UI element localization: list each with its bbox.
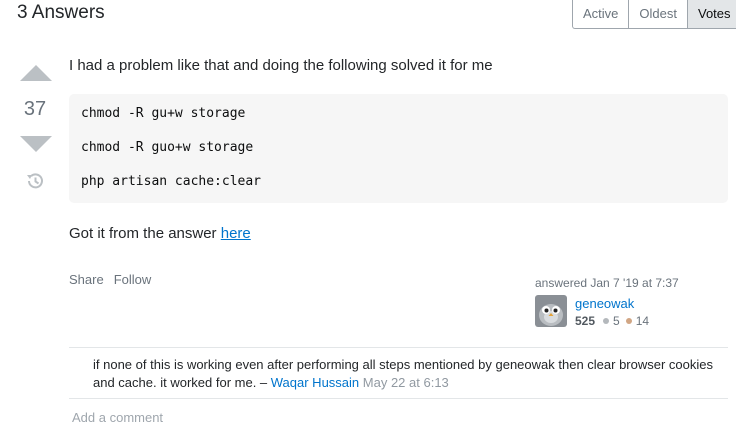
code-line: chmod -R guo+w storage: [81, 140, 254, 155]
reputation-score: 525: [575, 314, 596, 328]
downvote-arrow-icon[interactable]: [20, 136, 52, 152]
tab-votes[interactable]: Votes: [687, 0, 736, 28]
post-menu: Share Follow: [69, 272, 151, 287]
comment-divider: [69, 398, 728, 399]
comment: if none of this is working even after pe…: [93, 356, 723, 392]
code-block: chmod -R gu+w storage chmod -R guo+w sto…: [69, 94, 728, 203]
source-prefix: Got it from the answer: [69, 225, 221, 242]
user-name-link[interactable]: geneowak: [575, 296, 634, 311]
sort-tabs: Active Oldest Votes: [572, 0, 736, 29]
comment-divider: [69, 347, 728, 348]
follow-link[interactable]: Follow: [114, 272, 152, 287]
silver-badges: 5: [603, 314, 620, 328]
vote-count: 37: [23, 98, 47, 120]
upvote-arrow-icon[interactable]: [20, 65, 52, 81]
code-line: php artisan cache:clear: [81, 174, 262, 189]
tab-oldest[interactable]: Oldest: [629, 0, 688, 28]
silver-badge-count: 5: [613, 314, 620, 328]
comment-date[interactable]: May 22 at 6:13: [363, 375, 449, 390]
avatar[interactable]: [535, 295, 567, 327]
bronze-badge-count: 14: [635, 314, 650, 328]
silver-badge-icon: [603, 318, 610, 324]
share-link[interactable]: Share: [69, 272, 104, 287]
add-comment-link[interactable]: Add a comment: [72, 410, 163, 425]
answers-count-heading: 3 Answers: [17, 2, 105, 23]
code-line: chmod -R gu+w storage: [81, 106, 246, 121]
history-icon[interactable]: [24, 170, 46, 192]
comment-author-link[interactable]: Waqar Hussain: [271, 375, 359, 390]
user-stats: 525 5 14: [575, 314, 655, 328]
source-link[interactable]: here: [221, 225, 251, 242]
answer-source-text: Got it from the answer here: [69, 224, 251, 243]
answer-intro-text: I had a problem like that and doing the …: [69, 57, 493, 74]
bronze-badge-icon: [625, 318, 632, 324]
bronze-badges: 14: [625, 314, 650, 328]
answered-timestamp[interactable]: answered Jan 7 '19 at 7:37: [535, 276, 679, 290]
tab-active[interactable]: Active: [573, 0, 630, 28]
